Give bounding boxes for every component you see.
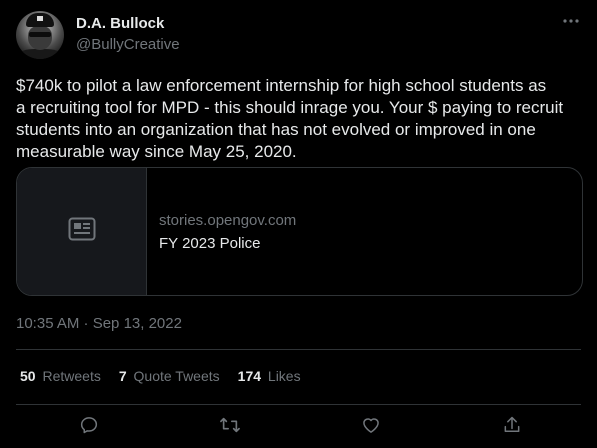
link-card-body: stories.opengov.com FY 2023 Police (159, 211, 296, 254)
quote-tweets-label: Quote Tweets (133, 368, 220, 384)
avatar[interactable] (16, 11, 64, 59)
tweet-stats: 50 Retweets 7 Quote Tweets 174 Likes (20, 366, 301, 386)
link-card-domain: stories.opengov.com (159, 212, 297, 229)
retweets-count: 50 (20, 368, 36, 384)
tweet-text-line: $740k to pilot a law enforcement interns… (16, 76, 547, 95)
divider (16, 349, 581, 350)
avatar-cap-logo (37, 16, 43, 21)
avatar-face (28, 26, 52, 50)
quote-tweets-stat[interactable]: 7 Quote Tweets (119, 366, 220, 386)
divider (16, 404, 581, 405)
link-card-thumbnail (17, 168, 147, 295)
tweet-actions (0, 413, 597, 443)
tweet-header: D.A. Bullock @BullyCreative (16, 11, 581, 59)
tweet-text-line: a recruiting tool for MPD - this should … (16, 98, 564, 117)
tweet-text-line: measurable way since May 25, 2020. (16, 142, 297, 161)
link-card[interactable]: stories.opengov.com FY 2023 Police (16, 167, 583, 296)
avatar-glasses (29, 32, 51, 37)
retweets-stat[interactable]: 50 Retweets (20, 366, 101, 386)
link-card-title: FY 2023 Police (159, 235, 261, 252)
like-icon[interactable] (359, 413, 383, 437)
author-handle[interactable]: @BullyCreative (76, 35, 180, 55)
article-icon (68, 217, 96, 246)
author-names: D.A. Bullock @BullyCreative (76, 15, 180, 55)
likes-label: Likes (267, 368, 301, 384)
tweet-text-line: students into an organization that has n… (16, 120, 536, 139)
avatar-shirt (18, 49, 62, 59)
tweet-timestamp[interactable]: 10:35 AM · Sep 13, 2022 (16, 314, 182, 334)
likes-stat[interactable]: 174 Likes (238, 366, 301, 386)
retweet-icon[interactable] (218, 413, 242, 437)
quote-tweets-count: 7 (118, 368, 127, 384)
more-horizontal-icon[interactable] (561, 15, 581, 31)
author-display-name[interactable]: D.A. Bullock (76, 15, 180, 33)
share-icon[interactable] (500, 413, 524, 437)
reply-icon[interactable] (77, 413, 101, 437)
retweets-label: Retweets (42, 368, 101, 384)
tweet-text: $740k to pilot a law enforcement interns… (16, 75, 582, 163)
likes-count: 174 (237, 368, 262, 384)
